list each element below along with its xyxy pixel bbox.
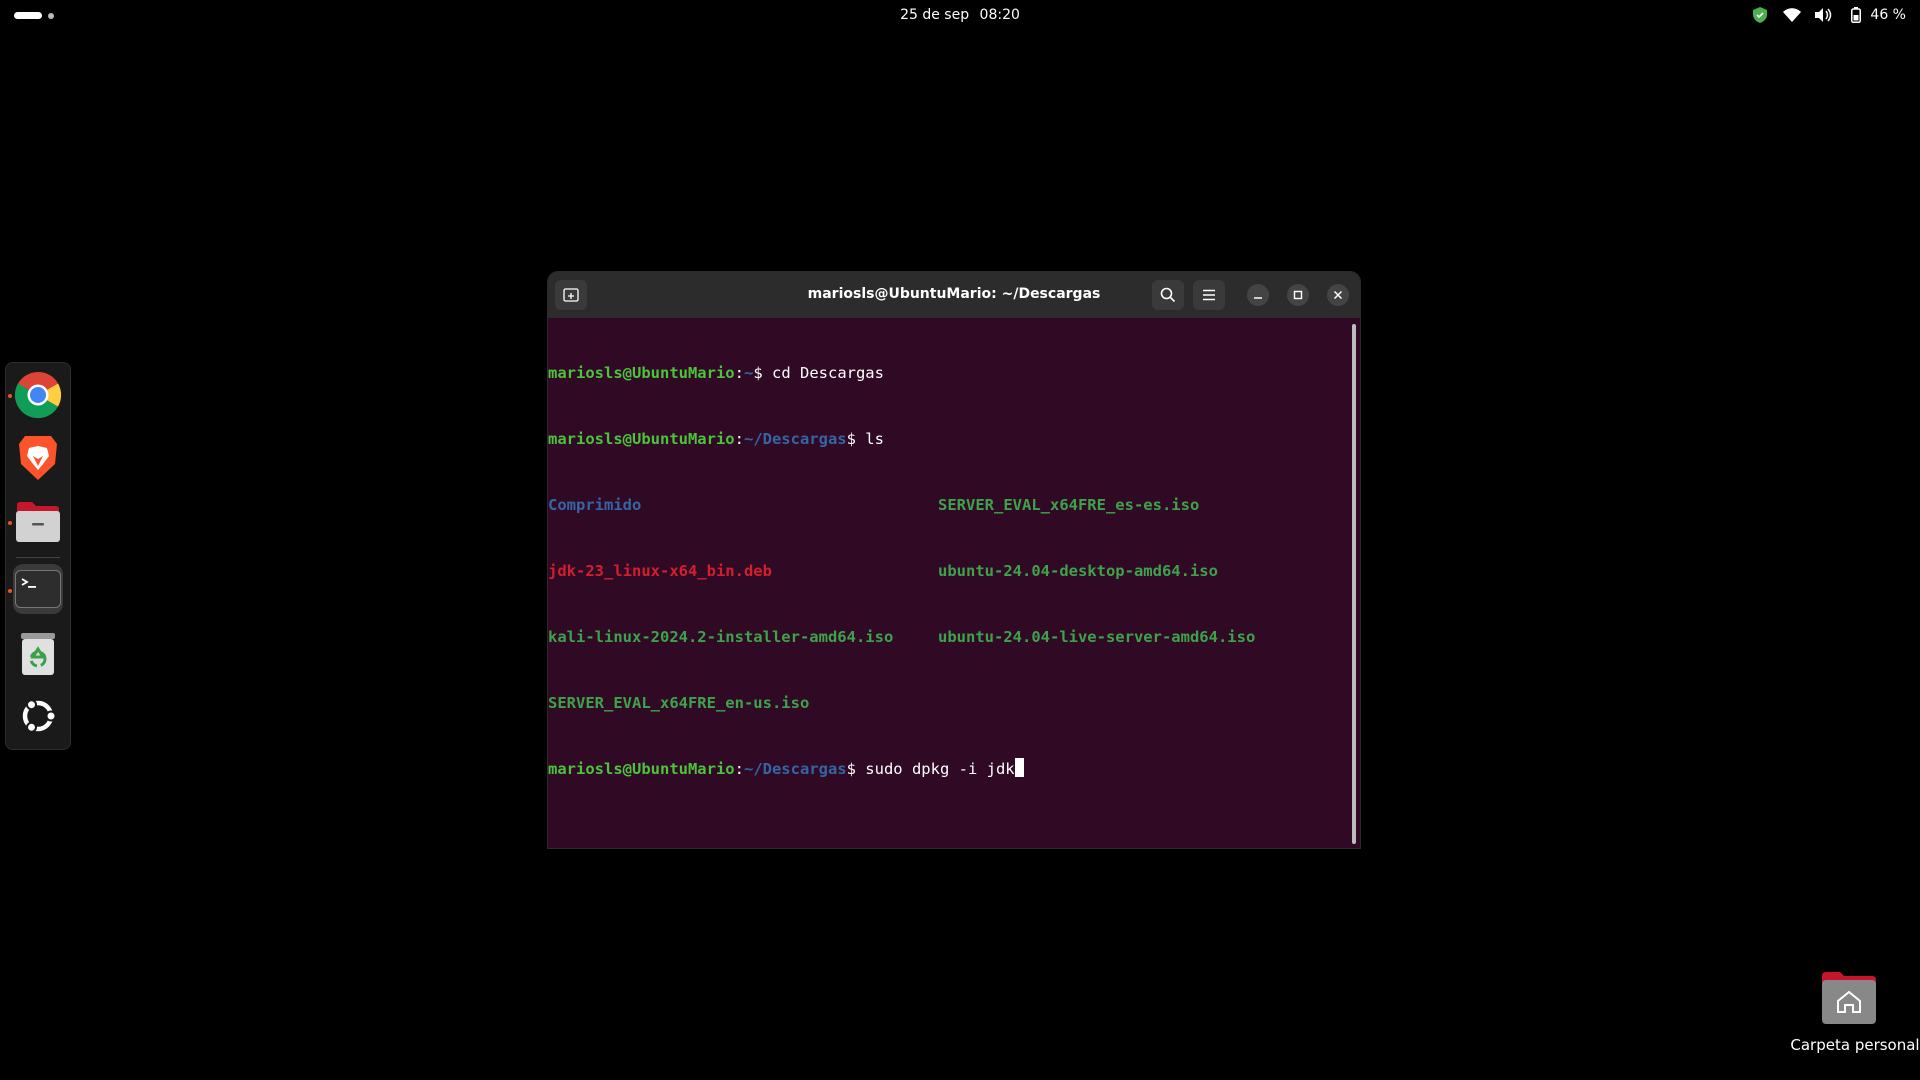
prompt-user: mariosls@UbuntuMario bbox=[548, 364, 735, 382]
ls-entry-directory: Comprimido bbox=[548, 496, 642, 514]
dock-separator bbox=[16, 557, 60, 558]
prompt-user: mariosls@UbuntuMario bbox=[548, 760, 735, 778]
ls-entry-file: ubuntu-24.04-desktop-amd64.iso bbox=[938, 562, 1218, 580]
terminal-line: mariosls@UbuntuMario:~$ cd Descargas bbox=[548, 362, 1348, 384]
top-bar: 25 de sep 08:20 46 % bbox=[0, 0, 1920, 32]
dock-item-files[interactable] bbox=[13, 497, 63, 547]
running-indicator bbox=[8, 521, 12, 525]
prompt-path: ~/Descargas bbox=[743, 430, 847, 448]
terminal-line[interactable]: mariosls@UbuntuMario:~/Descargas$ sudo d… bbox=[548, 758, 1348, 780]
files-icon bbox=[16, 502, 60, 542]
prompt-colon: : bbox=[734, 364, 744, 382]
command-input[interactable]: $ sudo dpkg -i jdk bbox=[847, 760, 1015, 778]
maximize-icon bbox=[1293, 290, 1303, 300]
security-shield-icon[interactable] bbox=[1751, 6, 1769, 24]
system-tray[interactable]: 46 % bbox=[1751, 6, 1906, 24]
ls-output-row: jdk-23_linux-x64_bin.deb ubuntu-24.04-des… bbox=[548, 560, 1348, 582]
home-folder-icon[interactable] bbox=[1820, 970, 1884, 1030]
prompt-path: ~ bbox=[743, 364, 754, 382]
terminal-header-bar[interactable]: mariosls@UbuntuMario: ~/Descargas bbox=[548, 272, 1360, 318]
dock bbox=[5, 362, 71, 750]
terminal-output[interactable]: mariosls@UbuntuMario:~$ cd Descargas mar… bbox=[548, 318, 1348, 848]
dock-item-show-apps[interactable] bbox=[13, 691, 63, 741]
ls-entry-file: ubuntu-24.04-live-server-amd64.iso bbox=[938, 628, 1256, 646]
search-button[interactable] bbox=[1152, 280, 1184, 310]
dock-item-chrome[interactable] bbox=[13, 370, 63, 420]
home-folder-label[interactable]: Carpeta personal bbox=[1790, 1036, 1920, 1054]
command-text: $ cd Descargas bbox=[753, 364, 884, 382]
battery-percentage: 46 % bbox=[1870, 7, 1906, 23]
dock-item-brave[interactable] bbox=[13, 433, 63, 483]
minimize-icon bbox=[1254, 297, 1262, 299]
prompt-user: mariosls@UbuntuMario bbox=[548, 430, 735, 448]
close-button[interactable] bbox=[1327, 284, 1349, 306]
brave-icon bbox=[19, 436, 57, 480]
battery-indicator[interactable]: 46 % bbox=[1847, 6, 1906, 24]
minimize-button[interactable] bbox=[1247, 284, 1269, 306]
close-icon bbox=[1333, 290, 1343, 300]
ls-entry-file: jdk-23_linux-x64_bin.deb bbox=[548, 562, 772, 580]
wifi-icon[interactable] bbox=[1783, 6, 1802, 24]
ls-output-row: Comprimido SERVER_EVAL_x64FRE_es-es.iso bbox=[548, 494, 1348, 516]
ubuntu-logo-icon bbox=[22, 699, 57, 733]
menu-button[interactable] bbox=[1193, 280, 1225, 310]
prompt-colon: : bbox=[734, 430, 744, 448]
scrollbar[interactable] bbox=[1352, 324, 1356, 844]
window-title: mariosls@UbuntuMario: ~/Descargas bbox=[807, 286, 1101, 302]
search-icon bbox=[1160, 287, 1176, 303]
chrome-icon bbox=[14, 371, 62, 419]
dock-item-terminal[interactable] bbox=[13, 564, 63, 614]
running-indicator bbox=[8, 589, 12, 593]
ls-entry-file: SERVER_EVAL_x64FRE_en-us.iso bbox=[548, 694, 810, 712]
terminal-icon bbox=[15, 570, 61, 608]
maximize-button[interactable] bbox=[1287, 284, 1309, 306]
time: 08:20 bbox=[979, 7, 1020, 23]
dock-item-trash[interactable] bbox=[13, 629, 63, 679]
prompt-path: ~/Descargas bbox=[743, 760, 847, 778]
ls-entry-file: SERVER_EVAL_x64FRE_es-es.iso bbox=[938, 496, 1200, 514]
ls-output-row: kali-linux-2024.2-installer-amd64.iso ubu… bbox=[548, 626, 1348, 648]
clock[interactable]: 25 de sep 08:20 bbox=[0, 7, 1920, 23]
text-cursor bbox=[1014, 758, 1024, 777]
hamburger-menu-icon bbox=[1203, 289, 1215, 301]
volume-icon[interactable] bbox=[1815, 6, 1833, 24]
prompt-colon: : bbox=[734, 760, 744, 778]
ls-output-row: SERVER_EVAL_x64FRE_en-us.iso bbox=[548, 692, 1348, 714]
date: 25 de sep bbox=[900, 7, 970, 23]
trash-icon bbox=[21, 633, 55, 675]
terminal-window[interactable]: mariosls@UbuntuMario: ~/Descargas marios… bbox=[548, 272, 1360, 848]
terminal-line: mariosls@UbuntuMario:~/Descargas$ ls bbox=[548, 428, 1348, 450]
running-indicator bbox=[8, 394, 12, 398]
ls-entry-file: kali-linux-2024.2-installer-amd64.iso bbox=[548, 628, 894, 646]
command-text: $ ls bbox=[846, 430, 884, 448]
battery-icon bbox=[1847, 6, 1865, 24]
